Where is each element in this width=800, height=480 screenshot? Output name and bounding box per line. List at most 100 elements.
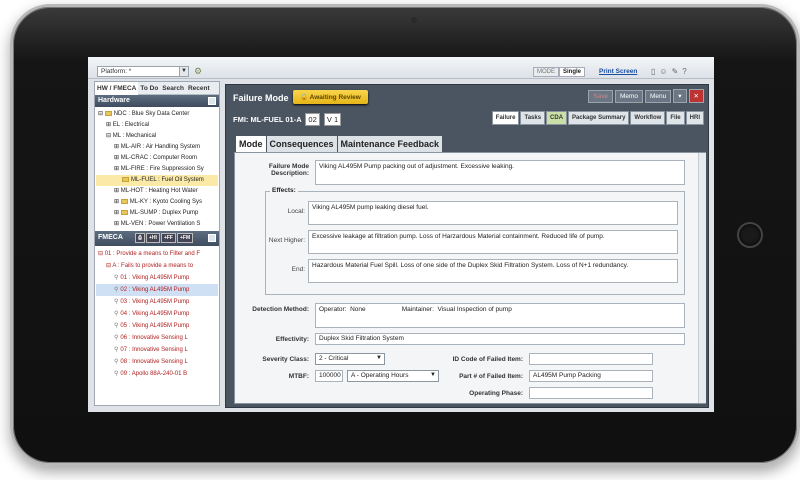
tree-item[interactable]: ⊞ ML-SUMP : Duplex Pump	[96, 208, 218, 219]
app-screen: Platform: * ▼ ⚙ MODE Single Print Screen …	[88, 57, 714, 412]
folder-icon	[120, 209, 128, 215]
phase-field[interactable]	[529, 387, 653, 399]
tools-icon[interactable]: ✎	[672, 67, 683, 76]
tab-consequences[interactable]: Consequences	[266, 136, 337, 152]
menu-button[interactable]: Menu	[645, 90, 672, 103]
mode-value[interactable]: Single	[559, 67, 586, 77]
list-item-selected[interactable]: ⚲ 02 : Viking AL495M Pump	[96, 284, 218, 296]
close-icon[interactable]: ✕	[688, 89, 704, 103]
print-screen-link[interactable]: Print Screen	[599, 68, 637, 75]
fmi-number: 02	[305, 113, 320, 126]
folder-icon	[122, 176, 129, 182]
part-label: Part # of Failed Item:	[459, 373, 523, 380]
mtbf-label: MTBF:	[288, 373, 309, 380]
tab-cda[interactable]: CDA	[546, 111, 568, 125]
list-item[interactable]: ⊟ 01 : Provide a means to Filter and F	[96, 248, 218, 260]
severity-select[interactable]: 2 - Critical ▼	[315, 353, 385, 365]
local-label: Local:	[287, 208, 305, 215]
tab-package-summary[interactable]: Package Summary	[568, 111, 630, 125]
fm-desc-field[interactable]: Viking AL495M Pump packing out of adjust…	[315, 160, 685, 185]
add-hi-button[interactable]: +HI	[146, 233, 160, 243]
tree-item[interactable]: ⊞ ML-HOT : Heating Hot Water	[96, 186, 218, 197]
help-icon[interactable]: ?	[682, 67, 690, 76]
list-item[interactable]: ⚲ 01 : Viking AL495M Pump	[96, 272, 218, 284]
list-item[interactable]: ⚲ 04 : Viking AL495M Pump	[96, 308, 218, 320]
panel-header: Failure Mode 🔒 Awaiting Review Save Memo M…	[226, 85, 708, 107]
effectivity-label: Effectivity:	[275, 336, 309, 343]
add-ff-button[interactable]: +FF	[160, 233, 176, 243]
tree-item[interactable]: ⊟ NDC : Blue Sky Data Center	[96, 109, 218, 120]
tab-failure[interactable]: Failure	[491, 111, 520, 125]
tree-item[interactable]: ⊞ ML-AIR : Air Handling System	[96, 142, 218, 153]
magnifier-icon: ⚲	[114, 287, 119, 293]
minimize-icon[interactable]	[208, 97, 216, 105]
list-item[interactable]: ⊟ A : Fails to provide a means to	[96, 260, 218, 272]
detection-field[interactable]: Operator: None Maintainer: Visual Inspec…	[315, 303, 685, 328]
tree-item-selected[interactable]: ML-FUEL : Fuel Oil System	[96, 175, 218, 186]
tab-search[interactable]: Search	[160, 82, 186, 95]
tab-hw-fmeca[interactable]: HW / FMECA	[95, 82, 139, 95]
magnifier-icon: ⚲	[114, 299, 119, 305]
tree-item[interactable]: ⊞ ML-CRAC : Computer Room	[96, 153, 218, 164]
minimize-icon[interactable]	[208, 234, 216, 242]
sub-tabs: Mode Consequences Maintenance Feedback	[236, 136, 443, 152]
magnifier-icon: ⚲	[114, 275, 119, 281]
folder-icon	[120, 198, 128, 204]
right-tabs: Failure Tasks CDA Package Summary Workflow Fi…	[491, 111, 704, 125]
idcode-field[interactable]	[529, 353, 653, 365]
add-fm-button[interactable]: +FM	[176, 233, 194, 243]
list-item[interactable]: ⚲ 09 : Apollo 88A-240-01 B	[96, 368, 218, 380]
tree-item[interactable]: ⊞ ML-KY : Kyoto Cooling Sys	[96, 197, 218, 208]
tree-item[interactable]: ⊞ EL : Electrical	[96, 120, 218, 131]
tree-item[interactable]: ⊞ ML-VEN : Power Ventilation S	[96, 219, 218, 227]
list-item[interactable]: ⚲ 06 : Innovative Sensing L	[96, 332, 218, 344]
fmi-row: FMI: ML-FUEL 01-A 02 V 1	[233, 113, 342, 126]
print-icon[interactable]: ⎙	[135, 233, 146, 243]
gear-icon[interactable]: ⚙	[194, 66, 202, 77]
end-effect-field[interactable]: Hazardous Material Fuel Spill. Loss of o…	[308, 259, 678, 283]
mtbf-unit-value: A - Operating Hours	[351, 372, 409, 379]
mode-label: MODE	[533, 67, 559, 77]
mode-toggle[interactable]: MODE Single	[533, 67, 586, 77]
magnifier-icon: ⚲	[114, 311, 119, 317]
chevron-down-icon: ▼	[179, 67, 188, 76]
home-button[interactable]	[737, 222, 763, 248]
tab-mode[interactable]: Mode	[236, 136, 266, 152]
part-field[interactable]: AL495M Pump Packing	[529, 370, 653, 382]
list-item[interactable]: ⚲ 03 : Viking AL495M Pump	[96, 296, 218, 308]
tab-workflow[interactable]: Workflow	[630, 111, 666, 125]
list-item[interactable]: ⚲ 07 : Innovative Sensing L	[96, 344, 218, 356]
tab-maintenance-feedback[interactable]: Maintenance Feedback	[337, 136, 443, 152]
toolbar-icons: ▯☺✎?	[651, 67, 691, 76]
severity-value: 2 - Critical	[319, 355, 349, 362]
status-badge[interactable]: 🔒 Awaiting Review	[293, 90, 368, 104]
lock-icon: 🔒	[300, 94, 309, 101]
tree-item[interactable]: ⊞ ML-FIRE : Fire Suppression Sy	[96, 164, 218, 175]
camera-icon	[411, 17, 417, 23]
platform-select[interactable]: Platform: * ▼	[97, 66, 189, 77]
tab-todo[interactable]: To Do	[138, 82, 160, 95]
user-icon[interactable]: ☺	[659, 67, 671, 76]
left-panel: HW / FMECA To Do Search Recent Hardware ⊟ N…	[94, 81, 220, 406]
tree-item[interactable]: ⊟ ML : Mechanical	[96, 131, 218, 142]
magnifier-icon: ⚲	[114, 371, 119, 377]
hardware-tree: ⊟ NDC : Blue Sky Data Center ⊞ EL : Elec…	[95, 107, 219, 227]
effectivity-field[interactable]: Duplex Skid Filtration System	[315, 333, 685, 345]
save-button[interactable]: Save	[588, 90, 613, 103]
tab-tasks[interactable]: Tasks	[520, 111, 546, 125]
fmeca-buttons: ⎙ +HI +FF +FM	[135, 233, 194, 243]
tab-recent[interactable]: Recent	[186, 82, 212, 95]
tab-hri[interactable]: HRI	[685, 111, 704, 125]
memo-button[interactable]: Memo	[614, 90, 644, 103]
fmi-label: FMI: ML-FUEL 01-A	[233, 115, 302, 124]
top-toolbar: Platform: * ▼ ⚙ MODE Single Print Screen …	[88, 57, 714, 79]
fmeca-header: FMECA ⎙ +HI +FF +FM	[95, 231, 219, 246]
mtbf-field[interactable]: 100000	[315, 370, 343, 382]
local-effect-field[interactable]: Viking AL495M pump leaking diesel fuel.	[308, 201, 678, 225]
list-item[interactable]: ⚲ 05 : Viking AL495M Pump	[96, 320, 218, 332]
content-scrollbar[interactable]	[698, 153, 706, 403]
chevron-down-icon[interactable]: ▾	[673, 89, 687, 103]
list-item[interactable]: ⚲ 08 : Innovative Sensing L	[96, 356, 218, 368]
next-higher-effect-field[interactable]: Excessive leakage at filtration pump. Lo…	[308, 230, 678, 254]
tab-file[interactable]: File	[666, 111, 685, 125]
